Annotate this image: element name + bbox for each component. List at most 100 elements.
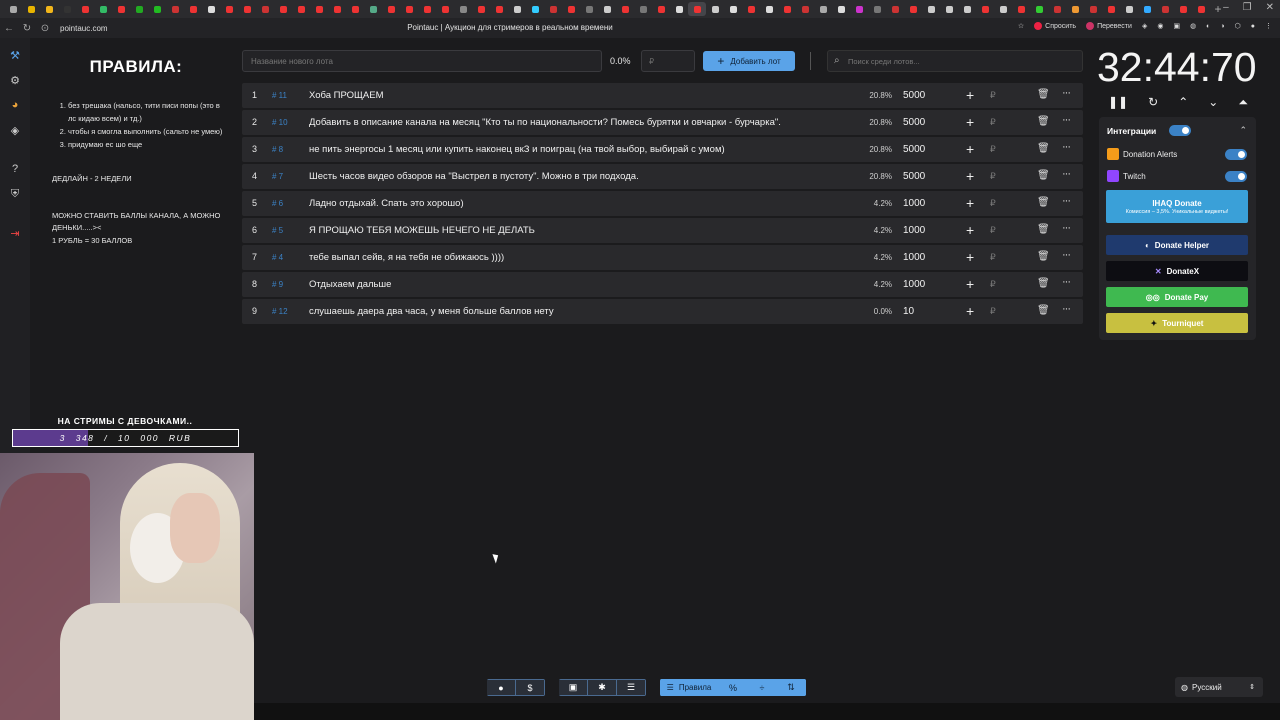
browser-tab[interactable] <box>76 2 94 16</box>
rules-button[interactable]: ☰ Правила <box>660 679 719 696</box>
pause-icon[interactable]: ❚❚ <box>1108 95 1128 110</box>
reset-icon[interactable]: ↻ <box>1148 95 1158 110</box>
ruble-icon[interactable]: ₽ <box>990 90 996 101</box>
lot-name[interactable]: Хоба ПРОЩАЕМ <box>309 90 384 101</box>
lot-amount[interactable]: 10 <box>903 306 914 317</box>
sort-icon[interactable]: ⇅ <box>776 679 806 696</box>
chevron-down-icon[interactable]: ⌄ <box>1208 95 1218 110</box>
browser-tab[interactable] <box>4 2 22 16</box>
ruble-icon[interactable]: ₽ <box>990 171 996 182</box>
twitch-toggle[interactable] <box>1225 171 1247 182</box>
browser-tab[interactable] <box>310 2 328 16</box>
browser-tab[interactable] <box>1084 2 1102 16</box>
browser-tab[interactable] <box>1012 2 1030 16</box>
browser-tab[interactable] <box>634 2 652 16</box>
close-icon[interactable]: ✕ <box>1266 2 1274 13</box>
browser-tab[interactable] <box>1138 2 1156 16</box>
extension-icon[interactable]: ◑ <box>1220 23 1224 30</box>
browser-tab[interactable] <box>436 2 454 16</box>
trash-icon[interactable]: 🗑 <box>1037 224 1050 235</box>
lot-name[interactable]: Добавить в описание канала на месяц "Кто… <box>309 117 781 128</box>
donatex-button[interactable]: ✕ DonateX <box>1106 261 1248 281</box>
browser-tab[interactable] <box>418 2 436 16</box>
browser-tab[interactable] <box>472 2 490 16</box>
browser-tab[interactable] <box>652 2 670 16</box>
menu-icon[interactable]: ⋮ <box>1265 22 1272 30</box>
more-icon[interactable]: ··· <box>1062 114 1071 126</box>
plus-icon[interactable]: + <box>966 87 974 103</box>
hammer-icon[interactable]: ⚒ <box>8 48 22 62</box>
more-icon[interactable]: ··· <box>1062 195 1071 207</box>
percent-icon[interactable]: % <box>718 679 748 696</box>
browser-tab[interactable] <box>850 2 868 16</box>
lot-row[interactable]: 1 # 11 Хоба ПРОЩАЕМ 20.8% 5000 + ₽ 🗑 ··· <box>242 83 1083 108</box>
browser-tab[interactable] <box>508 2 526 16</box>
browser-tab[interactable] <box>616 2 634 16</box>
lot-amount[interactable]: 5000 <box>903 144 925 155</box>
browser-tab[interactable] <box>454 2 472 16</box>
extension-icon[interactable]: ◐ <box>1206 23 1210 30</box>
browser-tab[interactable] <box>22 2 40 16</box>
browser-tab[interactable] <box>814 2 832 16</box>
browser-tab[interactable] <box>328 2 346 16</box>
browser-tab[interactable] <box>220 2 238 16</box>
lot-row[interactable]: 6 # 5 Я ПРОЩАЮ ТЕБЯ МОЖЕШЬ НЕЧЕГО НЕ ДЕЛАТ… <box>242 218 1083 243</box>
browser-tab[interactable] <box>256 2 274 16</box>
browser-tab[interactable] <box>1192 2 1210 16</box>
lot-name[interactable]: Шесть часов видео обзоров на "Выстрел в … <box>309 171 639 182</box>
more-icon[interactable]: ··· <box>1062 303 1071 315</box>
ruble-icon[interactable]: ₽ <box>990 306 996 317</box>
lot-row[interactable]: 9 # 12 слушаешь даера два часа, у меня бол… <box>242 299 1083 324</box>
browser-tab[interactable] <box>706 2 724 16</box>
new-lot-amount-input[interactable]: ₽ <box>641 50 695 72</box>
logout-icon[interactable]: ⇥ <box>8 226 22 240</box>
ask-button[interactable]: Спросить <box>1034 22 1076 30</box>
browser-tab[interactable] <box>886 2 904 16</box>
browser-tab[interactable] <box>760 2 778 16</box>
browser-tab[interactable] <box>166 2 184 16</box>
browser-tab[interactable] <box>1102 2 1120 16</box>
new-lot-name-input[interactable]: Название нового лота <box>242 50 602 72</box>
help-icon[interactable]: ? <box>8 162 22 176</box>
extension-icon[interactable]: ◈ <box>1142 22 1147 30</box>
lot-name[interactable]: тебе выпал сейв, я на тебя не обижаюсь )… <box>309 252 504 263</box>
lot-amount[interactable]: 1000 <box>903 225 925 236</box>
language-select[interactable]: ◍ Русский ⇕ <box>1175 677 1263 697</box>
browser-tab[interactable] <box>796 2 814 16</box>
browser-tab[interactable] <box>904 2 922 16</box>
ruble-icon[interactable]: ₽ <box>990 144 996 155</box>
browser-tab[interactable] <box>490 2 508 16</box>
lot-row[interactable]: 5 # 6 Ладно отдыхай. Спать это хорошо) 4.2%… <box>242 191 1083 216</box>
browser-tab[interactable] <box>958 2 976 16</box>
profile-icon[interactable]: ● <box>1251 23 1255 30</box>
browser-tab[interactable] <box>382 2 400 16</box>
lot-amount[interactable]: 1000 <box>903 198 925 209</box>
plus-icon[interactable]: + <box>966 222 974 238</box>
trash-icon[interactable]: 🗑 <box>1037 278 1050 289</box>
donation-alerts-toggle[interactable] <box>1225 149 1247 160</box>
browser-tab[interactable] <box>1048 2 1066 16</box>
browser-tab[interactable] <box>1156 2 1174 16</box>
extension-icon[interactable]: ⬡ <box>1235 22 1241 30</box>
lot-row[interactable]: 4 # 7 Шесть часов видео обзоров на "Выстре… <box>242 164 1083 189</box>
browser-tab[interactable] <box>292 2 310 16</box>
browser-tab[interactable] <box>40 2 58 16</box>
plus-icon[interactable]: + <box>966 195 974 211</box>
browser-tab[interactable] <box>238 2 256 16</box>
lot-amount[interactable]: 5000 <box>903 90 925 101</box>
integrations-toggle[interactable] <box>1169 125 1191 136</box>
donate-pay-button[interactable]: ◎◎ Donate Pay <box>1106 287 1248 307</box>
browser-tab[interactable] <box>112 2 130 16</box>
extension-icon[interactable]: ◉ <box>1157 22 1163 30</box>
more-icon[interactable]: ··· <box>1062 249 1071 261</box>
bookmark-icon[interactable]: ☆ <box>1018 22 1024 30</box>
more-icon[interactable]: ··· <box>1062 141 1071 153</box>
lot-amount[interactable]: 1000 <box>903 252 925 263</box>
maximize-icon[interactable]: ❐ <box>1243 2 1252 13</box>
chevron-up-icon[interactable]: ⌃ <box>1239 125 1247 136</box>
tourniquet-button[interactable]: ✦ Tourniquet <box>1106 313 1248 333</box>
donate-helper-button[interactable]: ◐ Donate Helper <box>1106 235 1248 255</box>
trash-icon[interactable]: 🗑 <box>1037 251 1050 262</box>
trash-icon[interactable]: 🗑 <box>1037 89 1050 100</box>
browser-tab[interactable] <box>1030 2 1048 16</box>
